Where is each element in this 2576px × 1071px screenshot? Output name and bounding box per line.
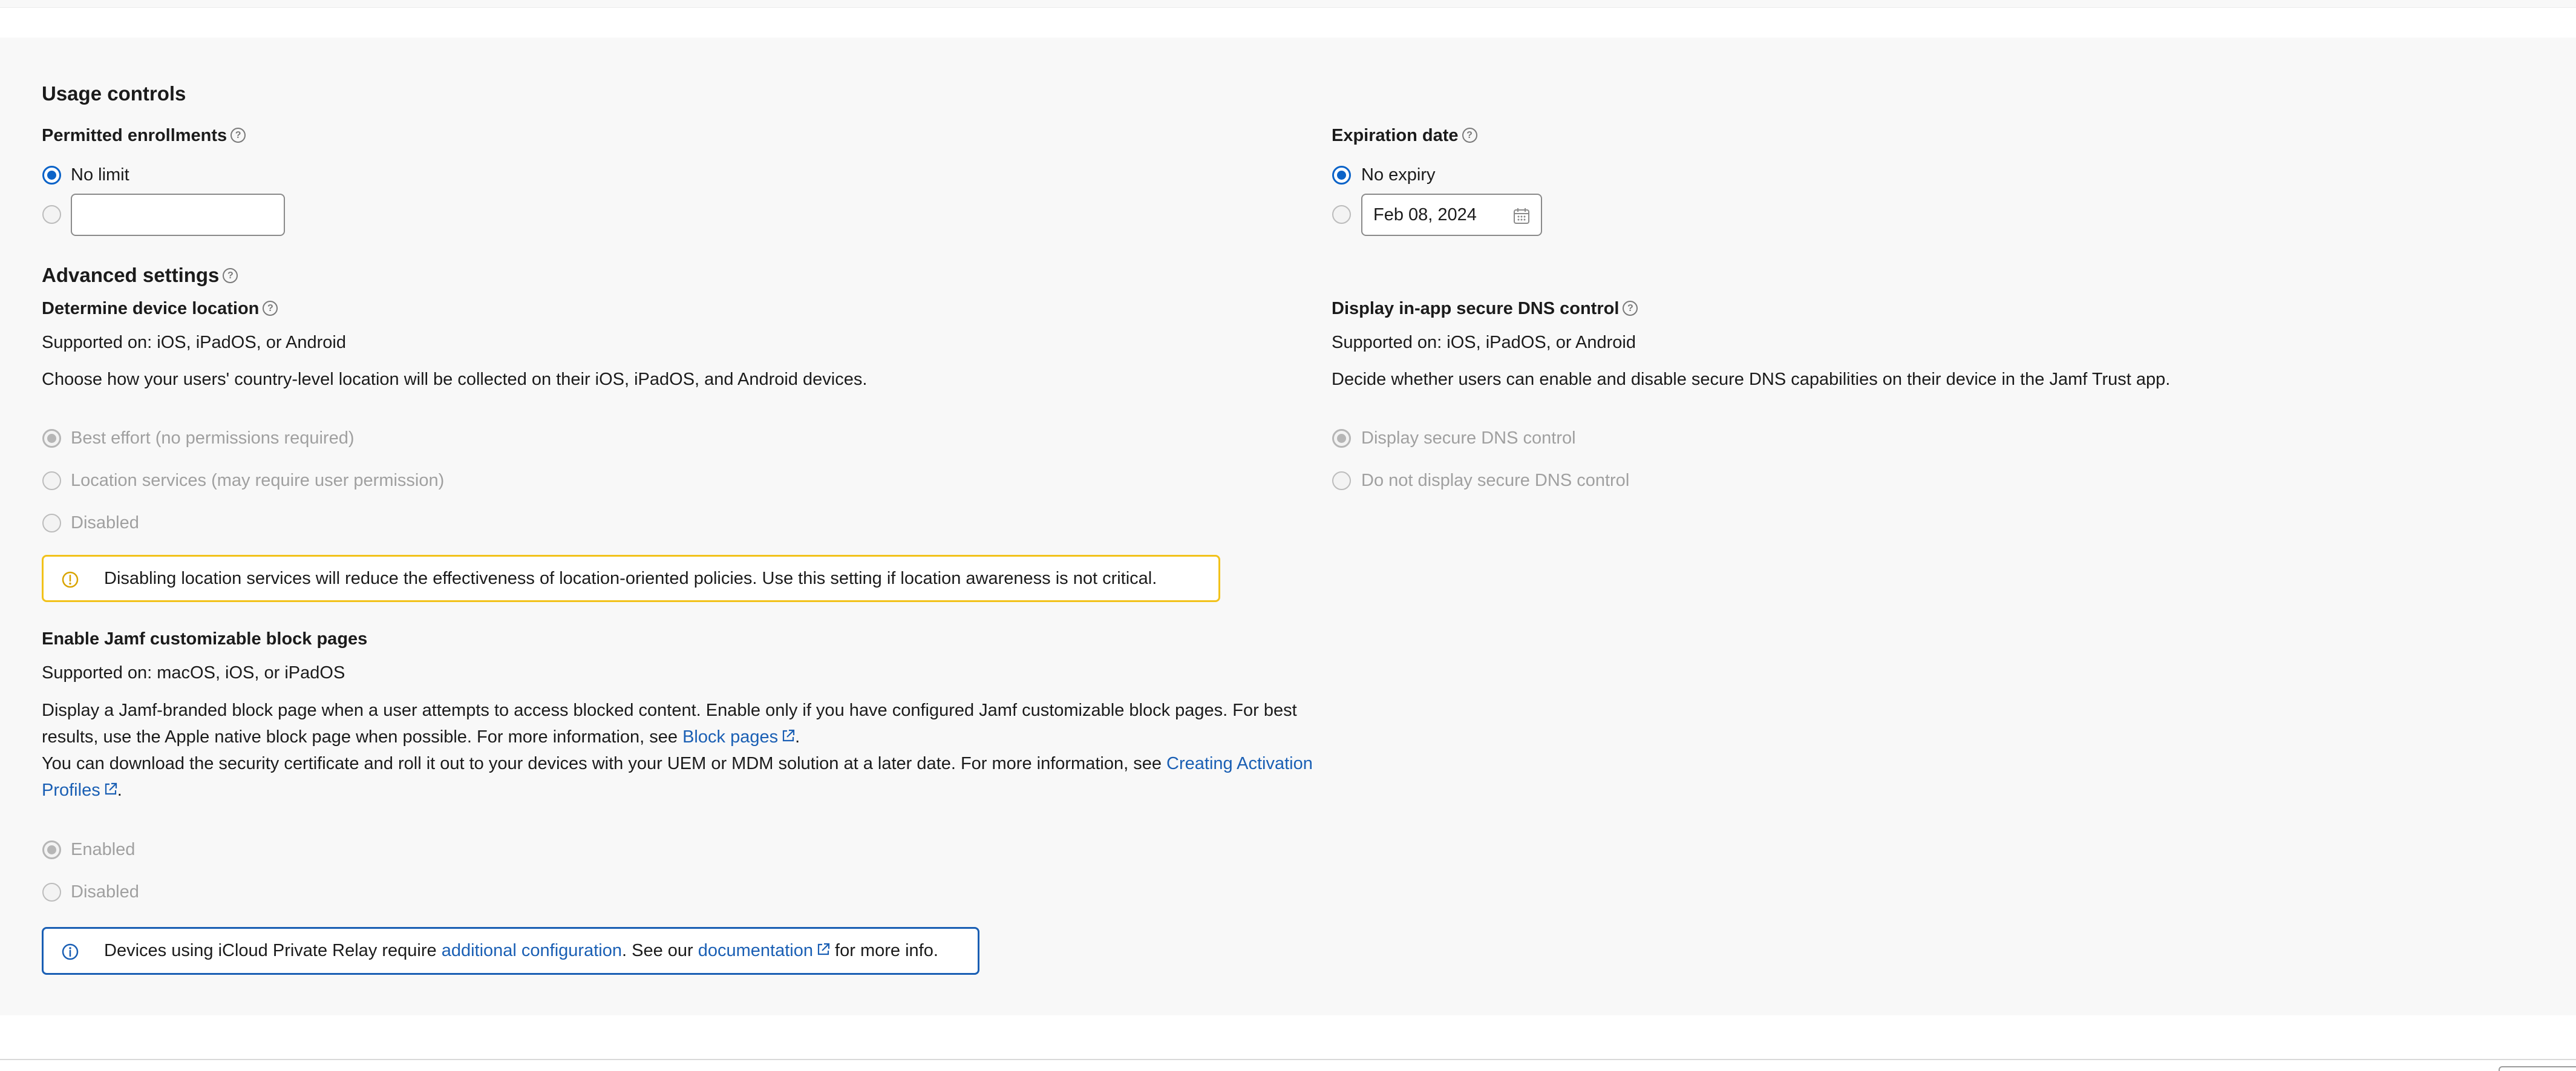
- block-pages-supported: Supported on: macOS, iOS, or iPadOS: [42, 663, 345, 683]
- expiration-date-input[interactable]: Feb 08, 2024: [1361, 194, 1542, 236]
- location-option-radio[interactable]: [42, 514, 61, 532]
- usage-controls-title: Usage controls: [42, 82, 186, 105]
- device-location-description: Choose how your users' country-level loc…: [42, 370, 868, 389]
- expiration-date-text: Expiration date: [1332, 126, 1459, 145]
- block-pages-link-text: Block pages: [682, 727, 779, 747]
- external-link-icon: [105, 783, 117, 795]
- expiration-date-label: Expiration date?: [1332, 126, 1477, 146]
- secure-dns-description: Decide whether users can enable and disa…: [1332, 370, 2171, 389]
- info-icon: [62, 943, 79, 960]
- permitted-enrollments-text: Permitted enrollments: [42, 126, 227, 145]
- expiration-date-value: Feb 08, 2024: [1373, 205, 1477, 224]
- external-link-icon: [782, 730, 795, 742]
- advanced-settings-text: Advanced settings: [42, 264, 220, 286]
- additional-configuration-link[interactable]: additional configuration: [442, 941, 622, 960]
- secure-dns-text: Display in-app secure DNS control: [1332, 299, 1620, 318]
- info-text-2: . See our: [621, 941, 698, 960]
- block-pages-option-radio[interactable]: [42, 883, 61, 902]
- block-pages-option-radio[interactable]: [42, 840, 61, 859]
- device-location-text: Determine device location: [42, 299, 260, 318]
- block-pages-description-text: Display a Jamf-branded block page when a…: [42, 701, 1297, 747]
- documentation-link[interactable]: documentation: [698, 941, 830, 960]
- no-limit-radio[interactable]: [42, 166, 61, 185]
- help-icon[interactable]: ?: [263, 300, 278, 316]
- warning-icon: [62, 571, 79, 588]
- icloud-relay-info-banner: Devices using iCloud Private Relay requi…: [42, 927, 979, 975]
- location-option-label: Location services (may require user perm…: [71, 471, 445, 490]
- location-warning-text: Disabling location services will reduce …: [104, 569, 1157, 588]
- expiry-date-radio[interactable]: [1332, 205, 1351, 224]
- block-pages-description-end: .: [795, 727, 800, 747]
- device-location-label: Determine device location?: [42, 299, 278, 319]
- footer-divider: [0, 1059, 2576, 1060]
- documentation-link-text: documentation: [698, 941, 813, 960]
- device-location-supported: Supported on: iOS, iPadOS, or Android: [42, 333, 346, 352]
- block-pages-option-label: Enabled: [71, 840, 136, 859]
- secure-dns-supported: Supported on: iOS, iPadOS, or Android: [1332, 333, 1636, 352]
- secure-dns-label: Display in-app secure DNS control?: [1332, 299, 1638, 319]
- help-icon[interactable]: ?: [230, 127, 246, 143]
- no-limit-label: No limit: [71, 165, 129, 185]
- permitted-enrollments-label: Permitted enrollments?: [42, 126, 246, 146]
- block-pages-label: Enable Jamf customizable block pages: [42, 629, 368, 649]
- help-icon[interactable]: ?: [223, 267, 238, 283]
- location-option-radio[interactable]: [42, 471, 61, 490]
- dns-option-label: Display secure DNS control: [1361, 428, 1576, 448]
- block-pages-description: Display a Jamf-branded block page when a…: [42, 697, 1318, 804]
- info-text-3: for more info.: [829, 941, 938, 960]
- enrollment-limit-input[interactable]: [71, 194, 285, 236]
- location-warning-banner: Disabling location services will reduce …: [42, 555, 1220, 602]
- block-pages-option-label: Disabled: [71, 882, 139, 902]
- help-icon[interactable]: ?: [1462, 127, 1477, 143]
- footer-edge: [2499, 1066, 2576, 1071]
- location-option-radio[interactable]: [42, 429, 61, 448]
- dns-option-radio[interactable]: [1332, 429, 1351, 448]
- advanced-settings-title: Advanced settings?: [42, 264, 238, 287]
- top-strip: [0, 0, 2576, 8]
- location-option-label: Disabled: [71, 513, 139, 532]
- settings-panel: [0, 38, 2576, 1015]
- icloud-relay-info-text: Devices using iCloud Private Relay requi…: [104, 929, 938, 972]
- calendar-icon[interactable]: [1513, 208, 1530, 224]
- no-expiry-label: No expiry: [1361, 165, 1436, 185]
- dns-option-radio[interactable]: [1332, 471, 1351, 490]
- external-link-icon: [817, 943, 830, 955]
- dns-option-label: Do not display secure DNS control: [1361, 471, 1630, 490]
- info-text-1: Devices using iCloud Private Relay requi…: [104, 941, 442, 960]
- block-pages-description-end-2: .: [117, 781, 122, 800]
- limit-radio[interactable]: [42, 205, 61, 224]
- block-pages-link[interactable]: Block pages: [682, 727, 795, 747]
- block-pages-description-text-2: You can download the security certificat…: [42, 754, 1167, 773]
- help-icon[interactable]: ?: [1623, 300, 1638, 316]
- no-expiry-radio[interactable]: [1332, 166, 1351, 185]
- location-option-label: Best effort (no permissions required): [71, 428, 355, 448]
